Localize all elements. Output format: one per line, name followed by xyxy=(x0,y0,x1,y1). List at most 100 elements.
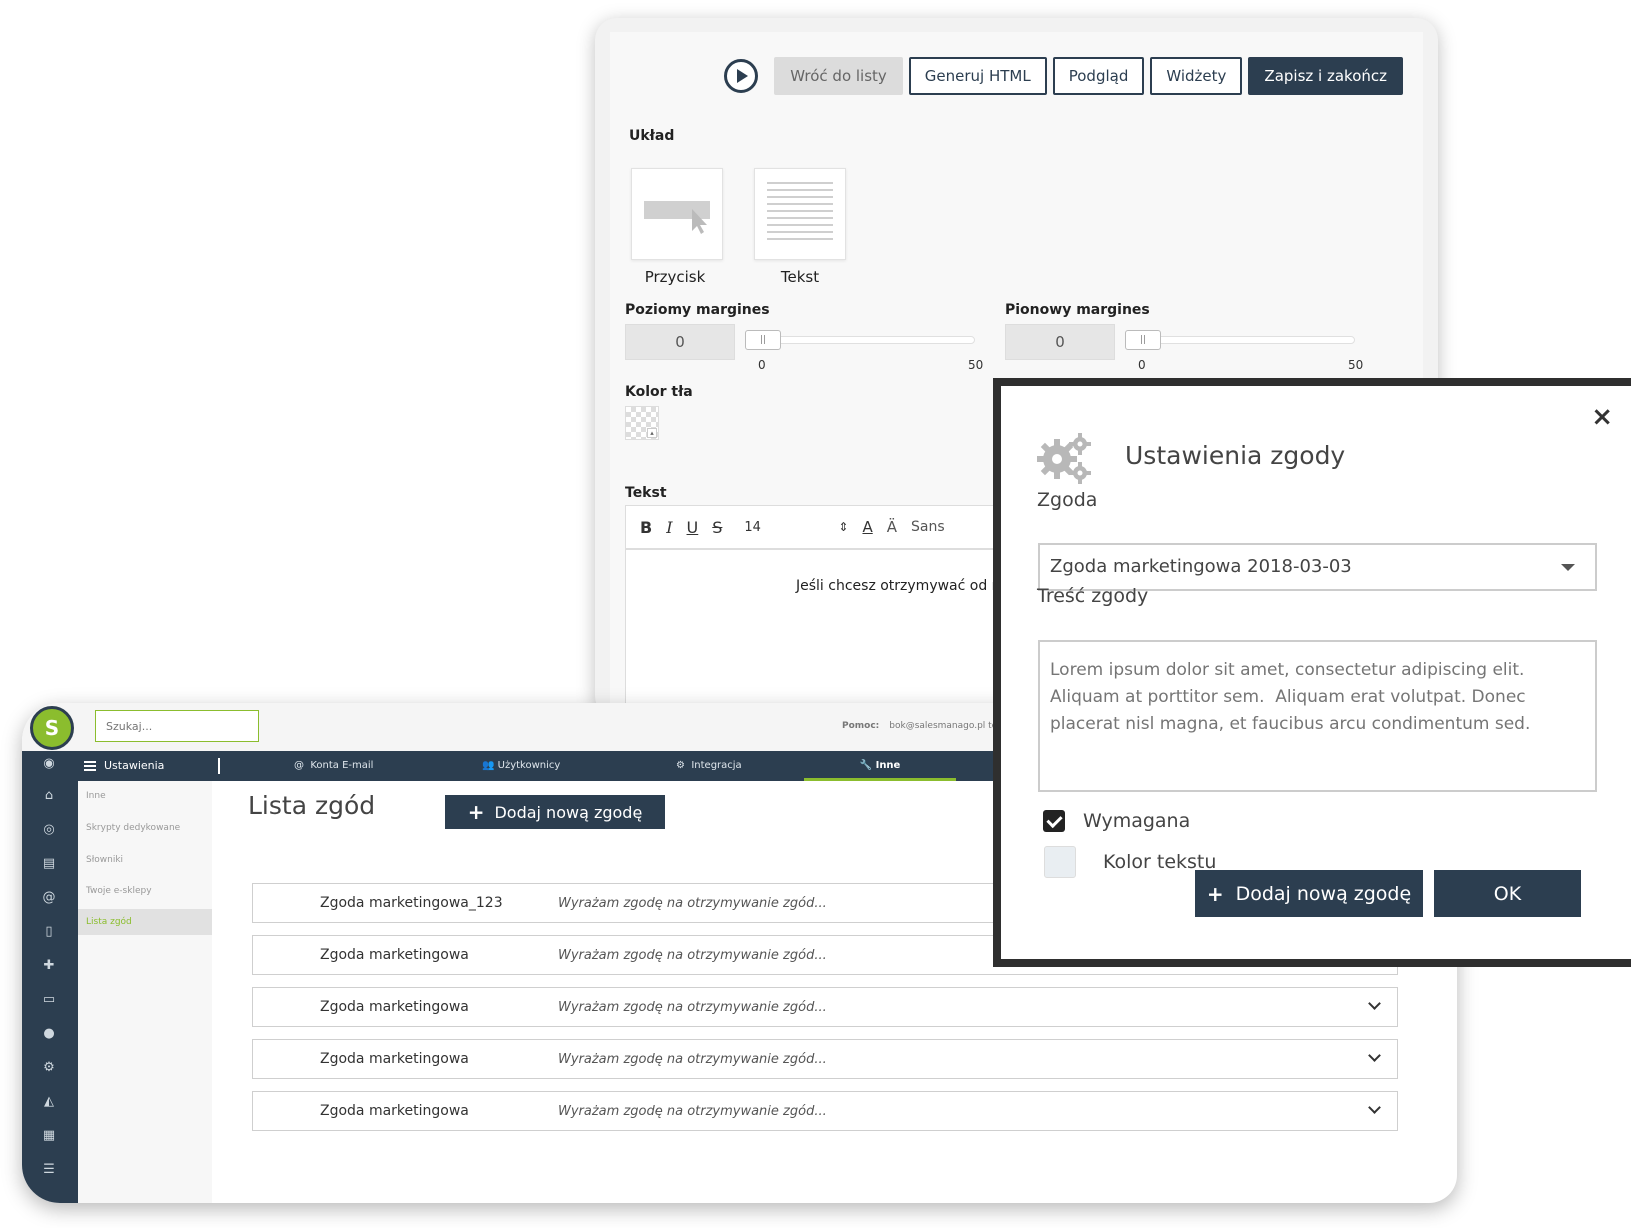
consent-settings-modal: × Ustawienia zgody Zgoda Zgoda marketing… xyxy=(993,378,1631,967)
chevron-down-icon[interactable] xyxy=(1368,1101,1381,1114)
vertical-margin-input[interactable]: 0 xyxy=(1005,324,1115,360)
text-section-label: Tekst xyxy=(625,485,667,501)
table-row[interactable]: Zgoda marketingowa Wyrażam zgodę na otrz… xyxy=(252,987,1398,1027)
nav-item-users[interactable]: 👥 Użytkownicy xyxy=(482,751,560,781)
at-icon[interactable]: @ xyxy=(42,891,56,905)
generate-html-button[interactable]: Generuj HTML xyxy=(908,57,1047,95)
bg-color-picker[interactable]: ▴ xyxy=(625,406,659,440)
vertical-margin-handle[interactable]: ǀǀ xyxy=(1125,330,1161,350)
help-info: Pomoc: bok@salesmanago.pl tel: xyxy=(842,721,1003,731)
nav-title-label: Ustawienia xyxy=(104,759,165,772)
row-name: Zgoda marketingowa xyxy=(320,999,469,1015)
consent-select-value: Zgoda marketingowa 2018-03-03 xyxy=(1050,556,1352,577)
home-icon[interactable]: ⌂ xyxy=(42,789,56,803)
back-to-list-button[interactable]: Wróć do listy xyxy=(774,57,903,95)
close-icon[interactable]: × xyxy=(1591,404,1613,430)
consent-label: Zgoda xyxy=(1037,489,1098,511)
table-row[interactable]: Zgoda marketingowa Wyrażam zgodę na otrz… xyxy=(252,1039,1398,1079)
consent-content-label: Treść zgody xyxy=(1037,585,1149,607)
mobile-icon[interactable]: ▯ xyxy=(42,925,56,939)
ok-button[interactable]: OK xyxy=(1434,870,1581,917)
add-consent-button[interactable]: + Dodaj nową zgodę xyxy=(445,795,665,829)
strikethrough-icon[interactable]: S xyxy=(712,518,722,537)
required-checkbox[interactable] xyxy=(1043,810,1065,832)
row-name: Zgoda marketingowa xyxy=(320,947,469,963)
search-input[interactable] xyxy=(95,710,259,742)
laptop-icon[interactable]: ▭ xyxy=(42,993,56,1007)
wrench-icon: 🔧 xyxy=(859,760,873,771)
horizontal-margin-label: Poziomy margines xyxy=(625,302,770,318)
settings-subnav: Inne Skrypty dedykowane Słowniki Twoje e… xyxy=(78,781,212,1203)
contact-card-icon[interactable]: ▤ xyxy=(42,857,56,871)
horizontal-margin-handle[interactable]: ǀǀ xyxy=(745,330,781,350)
left-rail: ◉ ⌂ ◎ ▤ @ ▯ ✚ ▭ ● ⚙ ◭ ▦ ☰ xyxy=(22,751,78,1203)
text-color-icon[interactable]: A xyxy=(862,518,872,536)
eye-icon[interactable]: ◎ xyxy=(42,823,56,837)
layout-label: Układ xyxy=(629,128,675,144)
caret-up-icon: ▴ xyxy=(647,428,657,438)
app-logo[interactable]: S xyxy=(30,706,74,750)
subnav-item-scripts[interactable]: Skrypty dedykowane xyxy=(86,823,180,833)
row-desc: Wyrażam zgodę na otrzymywanie zgód... xyxy=(558,1104,827,1119)
consent-content-textarea[interactable] xyxy=(1038,640,1597,792)
text-layout-icon xyxy=(767,182,833,240)
subnav-item-other[interactable]: Inne xyxy=(86,791,106,801)
nav-title[interactable]: Ustawienia xyxy=(84,751,164,781)
vertical-margin-max: 50 xyxy=(1348,358,1364,372)
save-and-finish-button[interactable]: Zapisz i zakończ xyxy=(1248,57,1403,95)
subnav-item-eshops[interactable]: Twoje e-sklepy xyxy=(86,886,152,896)
plus-icon: + xyxy=(1206,881,1224,906)
chart-icon[interactable]: ◭ xyxy=(42,1095,56,1109)
vertical-margin-min: 0 xyxy=(1138,358,1146,372)
row-desc: Wyrażam zgodę na otrzymywanie zgód... xyxy=(558,1000,827,1015)
nav-separator xyxy=(218,758,220,774)
menu-icon[interactable] xyxy=(84,761,96,771)
chevron-down-icon[interactable] xyxy=(1368,1049,1381,1062)
row-desc: Wyrażam zgodę na otrzymywanie zgód... xyxy=(558,896,827,911)
group-icon[interactable]: ● xyxy=(42,1027,56,1041)
nav-item-label: Integracja xyxy=(691,760,742,771)
text-color-picker[interactable] xyxy=(1044,846,1076,878)
modal-add-consent-button[interactable]: + Dodaj nową zgodę xyxy=(1195,870,1423,917)
horizontal-margin-input[interactable]: 0 xyxy=(625,324,735,360)
row-desc: Wyrażam zgodę na otrzymywanie zgód... xyxy=(558,1052,827,1067)
required-label: Wymagana xyxy=(1083,810,1191,832)
nav-item-integration[interactable]: ⚙ Integracja xyxy=(676,751,742,781)
underline-icon[interactable]: U xyxy=(687,518,699,537)
nav-item-label: Konta E-mail xyxy=(310,760,374,771)
consent-select[interactable]: Zgoda marketingowa 2018-03-03 xyxy=(1038,543,1597,591)
font-size-select[interactable]: 14 xyxy=(744,520,824,535)
chevron-down-icon[interactable] xyxy=(1368,997,1381,1010)
highlight-icon[interactable]: Ä xyxy=(887,518,897,536)
rich-text-content: Jeśli chcesz otrzymywać od n xyxy=(796,578,1001,594)
nav-item-other[interactable]: 🔧 Inne xyxy=(804,751,956,781)
add-consent-label: Dodaj nową zgodę xyxy=(494,802,643,822)
gear-icon xyxy=(1037,433,1091,484)
users-icon: 👥 xyxy=(482,760,495,771)
calendar-icon[interactable]: ▦ xyxy=(42,1129,56,1143)
add-user-icon[interactable]: ✚ xyxy=(42,959,56,973)
table-row[interactable]: Zgoda marketingowa Wyrażam zgodę na otrz… xyxy=(252,1091,1398,1131)
layout-option-text[interactable] xyxy=(754,168,846,260)
horizontal-margin-max: 50 xyxy=(968,358,984,372)
preview-button[interactable]: Podgląd xyxy=(1052,57,1145,95)
nav-item-email-accounts[interactable]: @ Konta E-mail xyxy=(294,751,373,781)
plus-icon: + xyxy=(467,800,485,824)
font-family-select[interactable]: Sans xyxy=(911,519,945,535)
nav-item-label: Inne xyxy=(875,760,901,771)
bold-icon[interactable]: B xyxy=(640,518,652,537)
widgets-button[interactable]: Widżety xyxy=(1150,57,1243,95)
bg-color-label: Kolor tła xyxy=(625,384,693,400)
help-label: Pomoc: xyxy=(842,721,880,731)
layout-option-button[interactable] xyxy=(631,168,723,260)
subnav-item-consents[interactable]: Lista zgód xyxy=(78,909,212,935)
cogs-icon[interactable]: ⚙ xyxy=(42,1061,56,1075)
user-circle-icon[interactable]: ◉ xyxy=(42,757,56,771)
help-contact: bok@salesmanago.pl tel: xyxy=(889,721,1003,731)
page-title: Lista zgód xyxy=(248,791,376,820)
play-icon[interactable] xyxy=(724,59,759,93)
database-icon[interactable]: ☰ xyxy=(42,1163,56,1177)
subnav-item-dictionaries[interactable]: Słowniki xyxy=(86,855,123,865)
italic-icon[interactable]: I xyxy=(666,518,672,537)
updown-icon[interactable]: ⇕ xyxy=(838,520,848,534)
